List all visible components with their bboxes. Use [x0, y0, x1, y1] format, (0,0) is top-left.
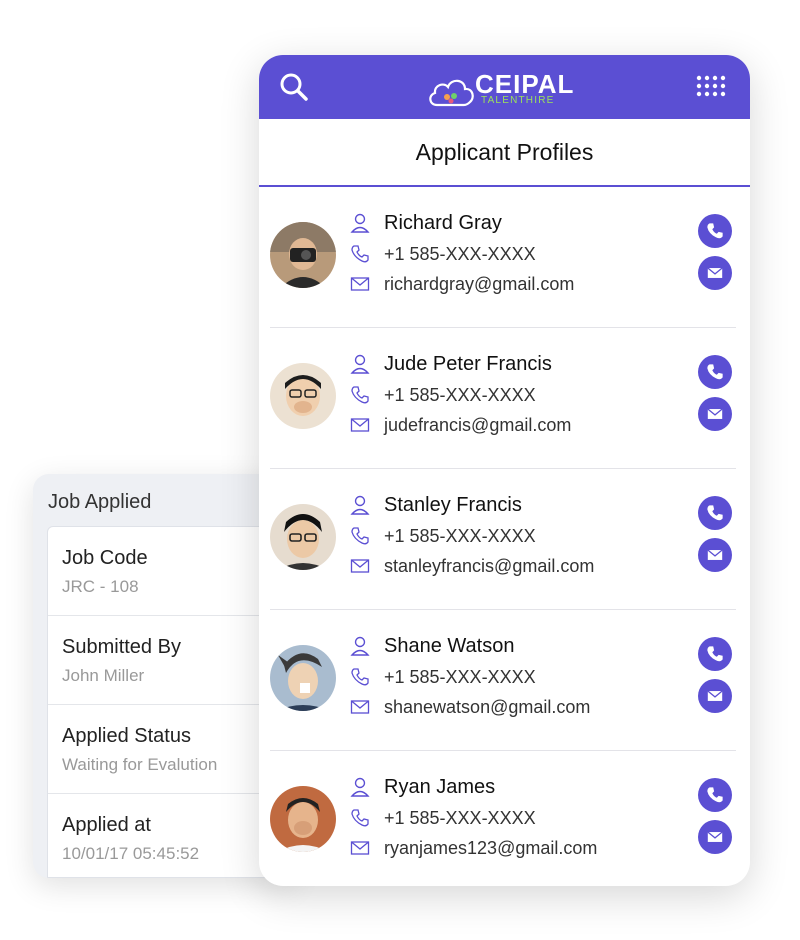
logo-subtitle: TALENTHIRE	[481, 95, 555, 106]
avatar	[270, 363, 336, 429]
phone-line: +1 585-XXX-XXXX	[350, 665, 536, 689]
job-applied-title: Job Applied	[48, 491, 152, 513]
submitted-by-field: Submitted By John Miller	[48, 616, 293, 705]
name-line: Shane Watson	[350, 634, 514, 658]
phone-line: +1 585-XXX-XXXX	[350, 806, 536, 830]
email-line: stanleyfrancis@gmail.com	[350, 554, 594, 578]
mail-icon	[707, 408, 723, 419]
phone-icon	[351, 809, 369, 827]
profile-list: Richard Gray +1 585-XXX-XXXX richardgray…	[259, 187, 750, 886]
avatar	[270, 222, 336, 288]
applicant-phone: +1 585-XXX-XXXX	[384, 384, 536, 405]
phone-icon	[707, 364, 723, 380]
mail-icon	[350, 418, 370, 432]
call-button[interactable]	[698, 778, 732, 812]
job-details-panel: Job Code JRC - 108 Submitted By John Mil…	[47, 526, 293, 878]
applicant-name: Stanley Francis	[384, 493, 522, 516]
user-icon	[350, 495, 370, 515]
applied-status-field: Applied Status Waiting for Evalution	[48, 705, 293, 794]
phone-line: +1 585-XXX-XXXX	[350, 383, 536, 407]
email-button[interactable]	[698, 256, 732, 290]
profile-item[interactable]: Jude Peter Francis +1 585-XXX-XXXX judef…	[270, 328, 736, 469]
phone-line: +1 585-XXX-XXXX	[350, 524, 536, 548]
job-code-field: Job Code JRC - 108	[48, 527, 293, 616]
mail-icon	[350, 841, 370, 855]
call-button[interactable]	[698, 637, 732, 671]
ceipal-logo: CEIPAL TALENTHIRE	[427, 67, 582, 109]
mail-icon	[350, 700, 370, 714]
phone-icon	[351, 668, 369, 686]
mail-icon	[707, 831, 723, 842]
user-icon	[350, 354, 370, 374]
user-icon	[350, 777, 370, 797]
profile-item[interactable]: Richard Gray +1 585-XXX-XXXX richardgray…	[270, 187, 736, 328]
phone-screen: CEIPAL TALENTHIRE Applicant Profiles Ric…	[259, 55, 750, 886]
email-button[interactable]	[698, 538, 732, 572]
grid-menu-icon[interactable]	[696, 74, 726, 104]
app-header: CEIPAL TALENTHIRE	[259, 55, 750, 119]
phone-line: +1 585-XXX-XXXX	[350, 242, 536, 266]
phone-icon	[351, 527, 369, 545]
email-button[interactable]	[698, 679, 732, 713]
email-line: richardgray@gmail.com	[350, 272, 574, 296]
applicant-phone: +1 585-XXX-XXXX	[384, 666, 536, 687]
name-line: Richard Gray	[350, 211, 502, 235]
mail-icon	[707, 549, 723, 560]
applicant-phone: +1 585-XXX-XXXX	[384, 807, 536, 828]
phone-icon	[707, 505, 723, 521]
applicant-email: richardgray@gmail.com	[384, 273, 575, 294]
mail-icon	[350, 277, 370, 291]
applicant-email: shanewatson@gmail.com	[384, 696, 591, 717]
applicant-name: Shane Watson	[384, 634, 515, 657]
applicant-email: judefrancis@gmail.com	[384, 414, 572, 435]
phone-icon	[707, 787, 723, 803]
email-line: judefrancis@gmail.com	[350, 413, 571, 437]
mail-icon	[350, 559, 370, 573]
applicant-name: Ryan James	[384, 775, 496, 798]
name-line: Stanley Francis	[350, 493, 522, 517]
email-button[interactable]	[698, 397, 732, 431]
search-icon[interactable]	[279, 72, 309, 102]
name-line: Jude Peter Francis	[350, 352, 552, 376]
call-button[interactable]	[698, 355, 732, 389]
call-button[interactable]	[698, 214, 732, 248]
applicant-phone: +1 585-XXX-XXXX	[384, 525, 536, 546]
email-line: shanewatson@gmail.com	[350, 695, 590, 719]
name-line: Ryan James	[350, 775, 495, 799]
phone-icon	[351, 386, 369, 404]
profile-item[interactable]: Ryan James +1 585-XXX-XXXX ryanjames123@…	[270, 751, 736, 886]
job-applied-card: Job Applied Job Code JRC - 108 Submitted…	[33, 474, 293, 878]
mail-icon	[707, 690, 723, 701]
cloud-logo-icon	[429, 79, 474, 107]
call-button[interactable]	[698, 496, 732, 530]
applicant-email: stanleyfrancis@gmail.com	[384, 555, 595, 576]
applicant-name: Richard Gray	[384, 211, 502, 234]
profile-item[interactable]: Shane Watson +1 585-XXX-XXXX shanewatson…	[270, 610, 736, 751]
mail-icon	[707, 267, 723, 278]
avatar	[270, 645, 336, 711]
user-icon	[350, 636, 370, 656]
avatar	[270, 504, 336, 570]
applicant-phone: +1 585-XXX-XXXX	[384, 243, 536, 264]
page-title: Applicant Profiles	[259, 119, 750, 187]
email-button[interactable]	[698, 820, 732, 854]
phone-icon	[707, 646, 723, 662]
avatar	[270, 786, 336, 852]
applicant-name: Jude Peter Francis	[384, 352, 552, 375]
email-line: ryanjames123@gmail.com	[350, 836, 597, 860]
profile-item[interactable]: Stanley Francis +1 585-XXX-XXXX stanleyf…	[270, 469, 736, 610]
phone-icon	[707, 223, 723, 239]
applied-at-field: Applied at 10/01/17 05:45:52	[48, 794, 293, 878]
user-icon	[350, 213, 370, 233]
phone-icon	[351, 245, 369, 263]
applicant-email: ryanjames123@gmail.com	[384, 837, 598, 858]
